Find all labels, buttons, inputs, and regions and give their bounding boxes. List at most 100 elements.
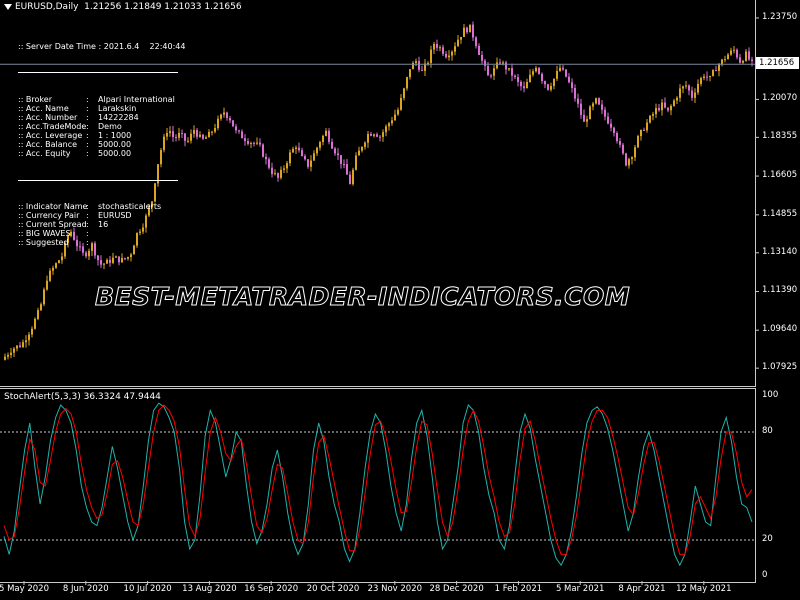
- candle-body: [682, 86, 684, 89]
- candle-body: [520, 81, 522, 87]
- candle-body: [460, 36, 462, 40]
- candle-body: [202, 134, 204, 139]
- candle-body: [256, 142, 258, 144]
- candle-body: [385, 126, 387, 133]
- account-row: :: Acc. Leverage:1 : 1000: [18, 131, 185, 140]
- candle-body: [448, 55, 450, 58]
- candle-body: [376, 134, 378, 137]
- account-row: :: Broker: Alpari International: [18, 95, 185, 104]
- candle-body: [529, 74, 531, 83]
- candle-body: [628, 159, 630, 166]
- candle-body: [511, 68, 513, 76]
- candle-body: [709, 75, 711, 77]
- candle-body: [355, 155, 357, 170]
- candle-body: [505, 62, 507, 70]
- info-value: 1 : 1000: [98, 131, 132, 141]
- candle-body: [13, 348, 15, 353]
- info-key: :: Indicator Name: [18, 201, 88, 211]
- info-value: Demo: [98, 121, 122, 131]
- account-rows: :: Broker: Alpari International:: Acc. Na…: [18, 95, 185, 159]
- info-separator: :: [86, 112, 89, 122]
- candle-body: [391, 120, 393, 124]
- candle-body: [343, 164, 345, 166]
- candle-body: [625, 153, 627, 166]
- candle-body: [442, 47, 444, 54]
- candle-body: [409, 69, 411, 78]
- dropdown-triangle-icon[interactable]: [4, 3, 12, 10]
- candle-body: [214, 128, 216, 132]
- price-tick-label: 1.11390: [762, 285, 798, 296]
- candle-body: [40, 304, 42, 311]
- candle-body: [730, 50, 732, 55]
- candle-body: [478, 45, 480, 55]
- info-separator: :: [86, 201, 89, 211]
- candle-body: [436, 43, 438, 48]
- candle-body: [724, 59, 726, 61]
- candle-body: [247, 141, 249, 144]
- time-tick-label: 13 Aug 2020: [182, 584, 237, 594]
- candle-body: [496, 62, 498, 69]
- candle-body: [25, 340, 27, 343]
- candle-body: [466, 27, 468, 33]
- candle-body: [223, 112, 225, 115]
- candle-body: [295, 147, 297, 149]
- info-separator: :: [86, 149, 89, 159]
- candle-body: [34, 318, 36, 329]
- indicator-row: :: Current Spread:16: [18, 220, 185, 229]
- candle-body: [7, 354, 9, 357]
- candle-body: [556, 71, 558, 79]
- candle-body: [622, 144, 624, 154]
- indicator-row: :: Suggested:: [18, 238, 185, 247]
- info-key: :: Acc. Number: [18, 112, 78, 122]
- candle-body: [739, 57, 741, 63]
- indicator-row: :: Indicator Name: stochasticalerts: [18, 202, 185, 211]
- candle-body: [43, 289, 45, 305]
- candle-body: [427, 62, 429, 64]
- info-separator: :: [86, 210, 89, 220]
- divider: [18, 179, 178, 181]
- candle-body: [208, 131, 210, 138]
- candle-body: [292, 148, 294, 153]
- candle-body: [751, 59, 753, 61]
- candle-body: [397, 109, 399, 115]
- candle-body: [583, 114, 585, 122]
- candle-body: [613, 127, 615, 134]
- info-value: 5000.00: [98, 140, 132, 150]
- candle-body: [328, 130, 330, 142]
- candle-body: [253, 142, 255, 144]
- candle-body: [526, 82, 528, 89]
- candle-body: [337, 153, 339, 156]
- account-row: :: Acc. Number:14222284: [18, 113, 185, 122]
- price-tick-label: 1.20070: [762, 93, 798, 104]
- candle-body: [733, 49, 735, 51]
- time-tick-label: 23 Nov 2020: [367, 584, 423, 594]
- server-time: :: Server Date Time : 2021.6.4 22:40:44: [18, 42, 186, 52]
- oscillator-label: StochAlert(5,3,3) 36.3324 47.9444: [4, 392, 161, 402]
- candle-body: [109, 259, 111, 263]
- candle-body: [52, 267, 54, 271]
- candle-body: [463, 27, 465, 37]
- candle-body: [523, 86, 525, 89]
- candle-body: [559, 67, 561, 72]
- candle-body: [301, 150, 303, 157]
- candle-body: [289, 152, 291, 164]
- info-key: :: Suggested: [18, 238, 69, 248]
- candle-body: [421, 69, 423, 71]
- candle-body: [688, 85, 690, 91]
- candle-body: [652, 114, 654, 116]
- candle-body: [16, 345, 18, 349]
- info-key: :: Currency Pair: [18, 210, 80, 220]
- candle-body: [112, 257, 114, 263]
- candle-body: [568, 76, 570, 83]
- candle-body: [703, 76, 705, 79]
- candle-body: [601, 104, 603, 110]
- info-value: Alpari International: [98, 94, 175, 104]
- info-value: 14222284: [98, 112, 139, 122]
- info-key: :: BIG WAVES: [18, 228, 71, 238]
- symbol-header: EURUSD,Daily 1.21256 1.21849 1.21033 1.2…: [4, 2, 242, 12]
- candle-body: [313, 153, 315, 161]
- candle-body: [415, 61, 417, 63]
- account-row: :: Acc. Balance:5000.00: [18, 140, 185, 149]
- candle-body: [352, 169, 354, 185]
- candle-body: [694, 92, 696, 98]
